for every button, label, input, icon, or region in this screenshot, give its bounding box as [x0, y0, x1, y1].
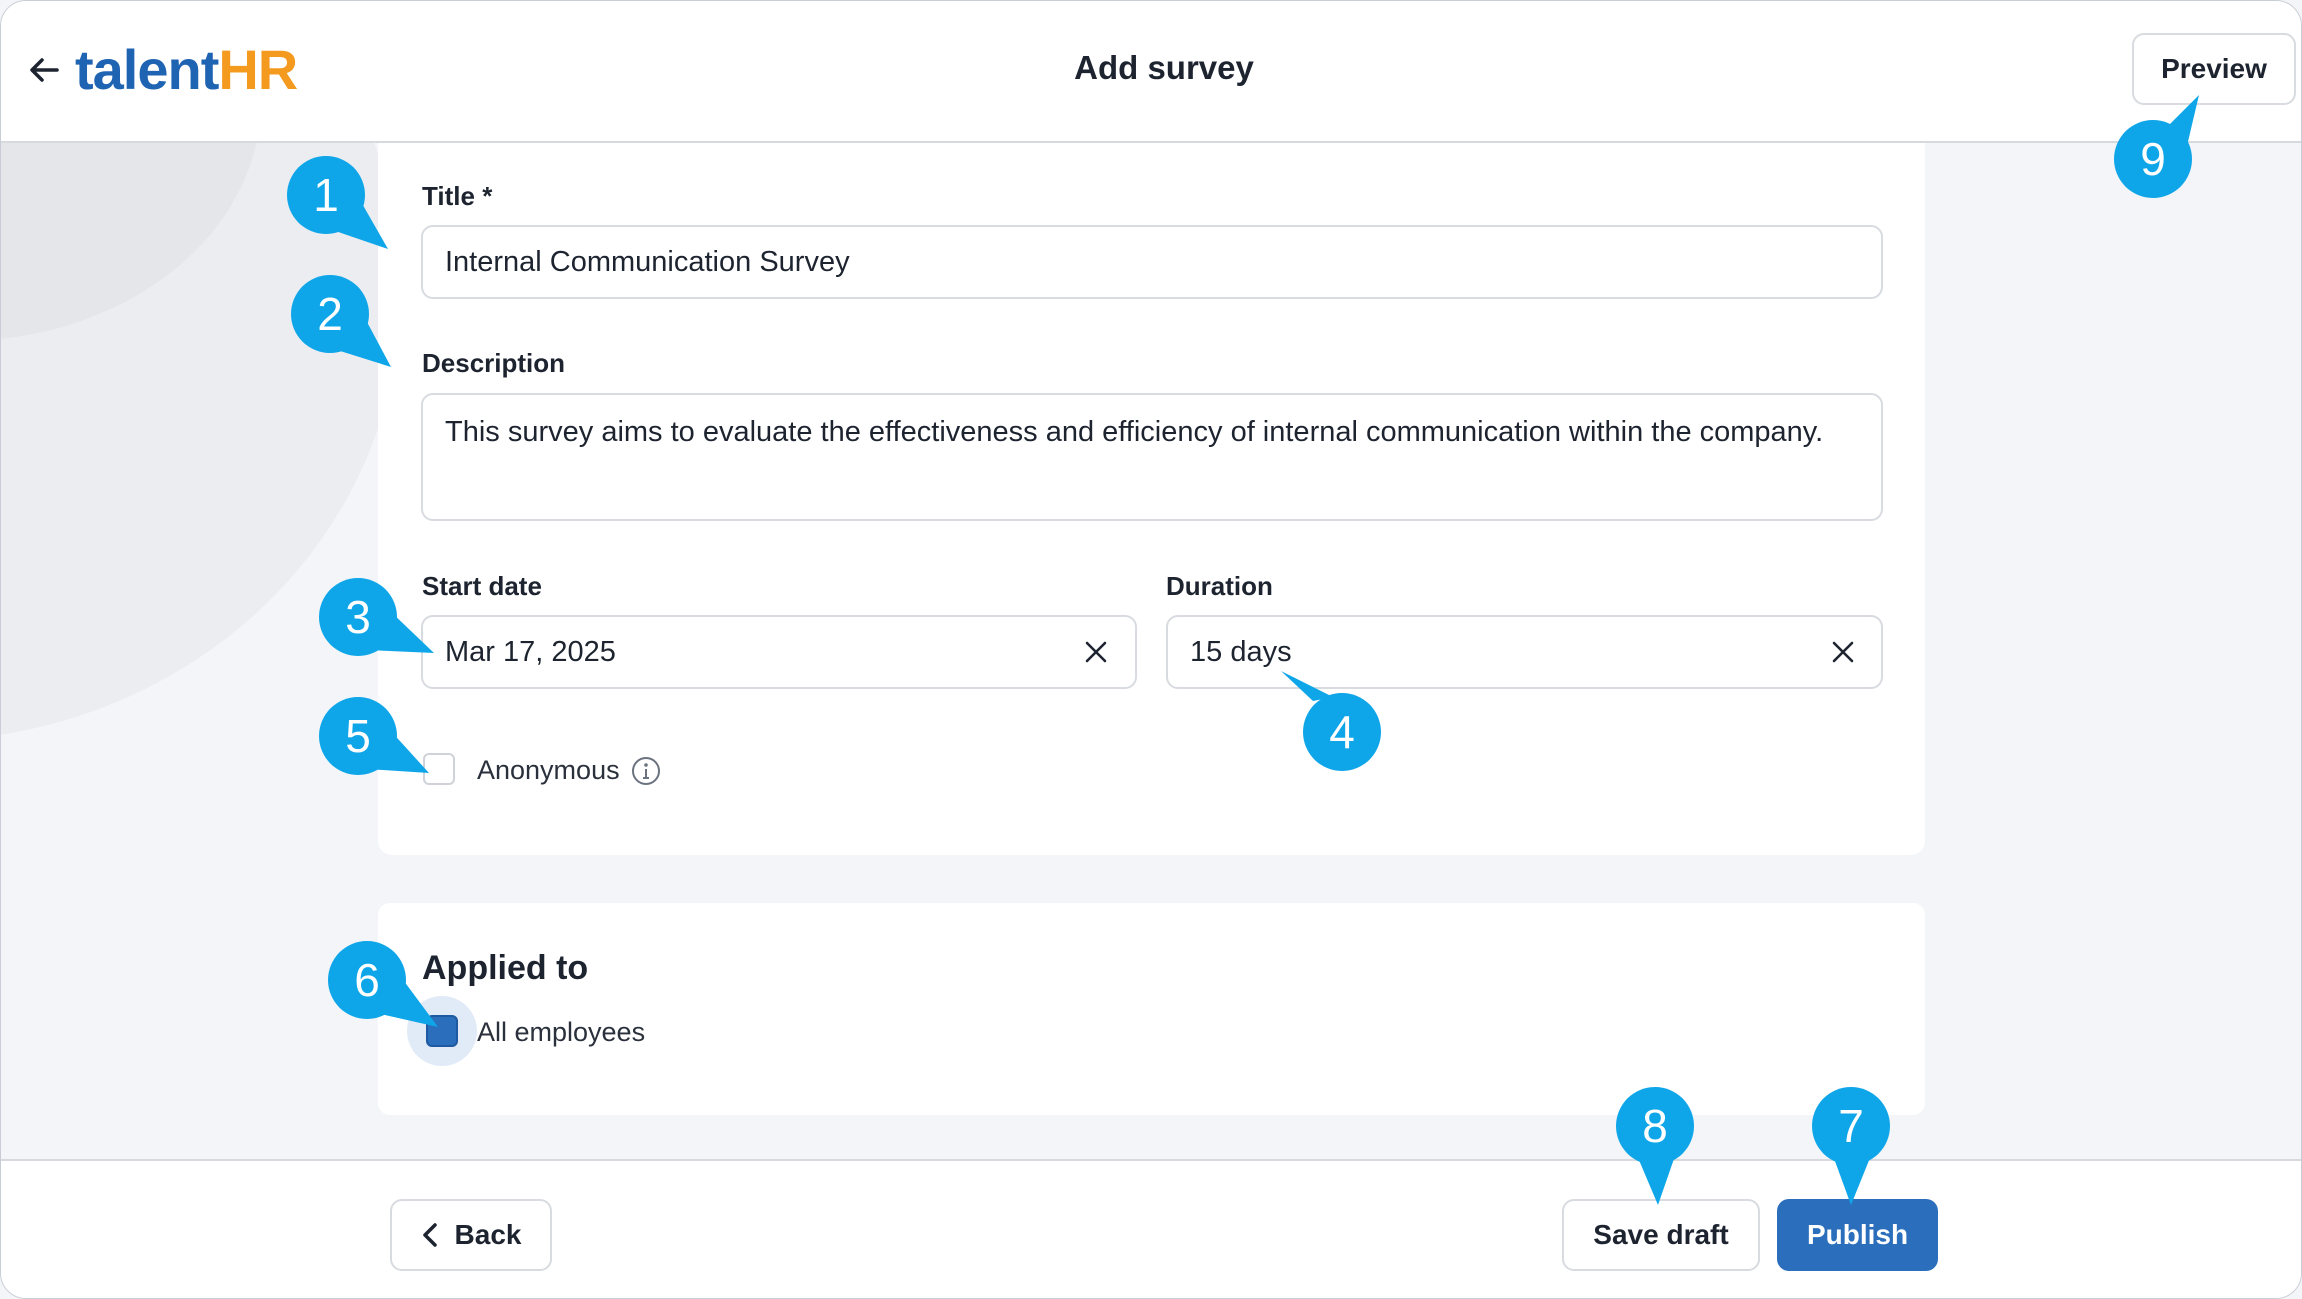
preview-button[interactable]: Preview	[2132, 33, 2296, 105]
callout-marker: 1	[287, 156, 388, 249]
title-input[interactable]	[421, 225, 1883, 299]
callout-marker: 3	[319, 578, 434, 656]
callout-marker: 9	[2114, 95, 2199, 198]
info-icon[interactable]	[631, 756, 661, 786]
description-label: Description	[422, 348, 566, 378]
anonymous-checkbox[interactable]	[423, 753, 455, 785]
clear-duration-icon[interactable]	[1829, 638, 1857, 666]
survey-details-card: Title * Description This survey aims to …	[378, 101, 1925, 855]
save-draft-button[interactable]: Save draft	[1562, 1199, 1760, 1271]
callout-marker: 2	[291, 275, 391, 367]
duration-label: Duration	[1166, 571, 1273, 601]
start-date-label: Start date	[422, 571, 542, 601]
bottom-action-bar: Back Save draft Publish	[1, 1159, 2301, 1298]
callout-marker: 8	[1616, 1087, 1694, 1205]
anonymous-label: Anonymous	[477, 755, 620, 785]
applied-to-card: Applied to All employees	[378, 903, 1925, 1115]
app-window: talentHR Add survey Preview Title * Desc…	[0, 0, 2302, 1299]
publish-button[interactable]: Publish	[1777, 1199, 1938, 1271]
applied-to-title: Applied to	[422, 949, 589, 987]
callout-marker: 4	[1281, 671, 1381, 771]
callout-marker: 7	[1812, 1087, 1890, 1205]
start-date-input[interactable]	[421, 615, 1137, 689]
clear-start-date-icon[interactable]	[1082, 638, 1110, 666]
description-textarea[interactable]: This survey aims to evaluate the effecti…	[421, 393, 1883, 521]
all-employees-label: All employees	[477, 1017, 646, 1047]
page-title: Add survey	[1074, 49, 1254, 86]
title-label: Title *	[422, 181, 493, 211]
callout-marker: 6	[328, 941, 438, 1027]
callout-marker: 5	[319, 697, 429, 775]
duration-input[interactable]	[1166, 615, 1883, 689]
back-button[interactable]: Back	[390, 1199, 552, 1271]
back-button-label: Back	[454, 1219, 522, 1250]
chevron-left-icon	[422, 1223, 437, 1247]
top-header: talentHR Add survey Preview	[1, 1, 2301, 143]
